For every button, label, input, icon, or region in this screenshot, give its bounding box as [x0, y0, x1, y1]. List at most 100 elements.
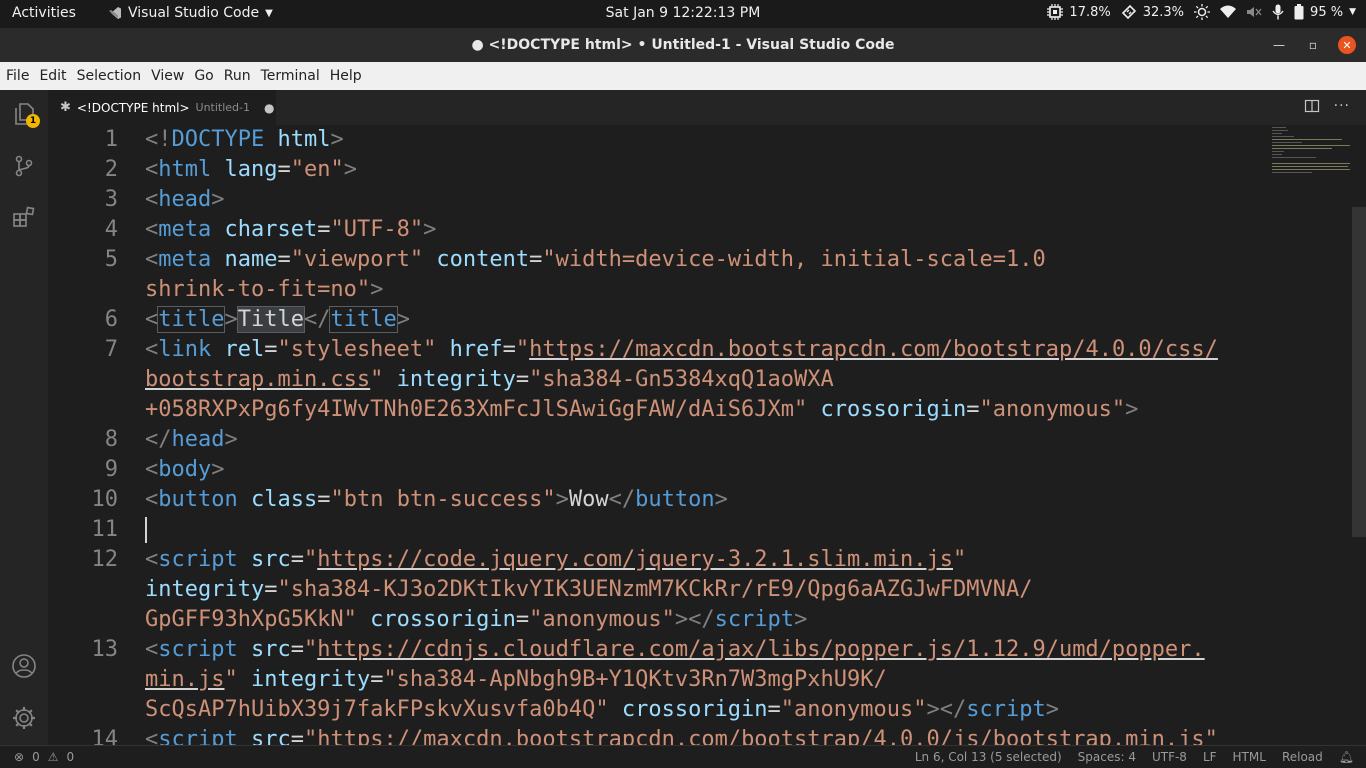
line-number: 2 — [104, 157, 118, 182]
wifi-icon — [1220, 5, 1237, 18]
code-line: <!DOCTYPE html> — [145, 127, 344, 152]
line-number: 4 — [104, 217, 118, 242]
menu-selection[interactable]: Selection — [72, 68, 147, 84]
app-menu[interactable]: Visual Studio Code ▼ — [108, 5, 273, 21]
file-type-icon: ✱ — [60, 100, 71, 115]
app-name: Visual Studio Code — [128, 5, 260, 21]
menu-terminal[interactable]: Terminal — [256, 68, 325, 84]
clock[interactable]: Sat Jan 9 12:22:13 PM — [606, 5, 761, 21]
line-number: 1 — [104, 127, 118, 152]
tab-name: <!DOCTYPE html> — [76, 100, 190, 115]
source-control-button[interactable] — [0, 142, 48, 190]
explorer-button[interactable]: 1 — [0, 90, 48, 138]
code-line-wrap: integrity="sha384-KJ3o2DKtIkvYIK3UENzmM7… — [145, 577, 1033, 602]
text-cursor — [145, 517, 147, 543]
end-of-line[interactable]: LF — [1203, 750, 1217, 764]
code-link: https://maxcdn.bootstrapcdn.com/bootstra… — [529, 337, 1218, 362]
minimize-button[interactable]: — — [1270, 36, 1288, 54]
vscode-icon — [109, 7, 121, 19]
chevron-down-icon: ▼ — [1349, 7, 1356, 17]
cursor-position[interactable]: Ln 6, Col 13 (5 selected) — [915, 750, 1062, 764]
accounts-button[interactable] — [0, 642, 48, 690]
code-editor[interactable]: 1 2 3 4 5 6 7 8 9 10 11 12 13 14 <!DOCTY… — [48, 125, 1366, 745]
code-link: https://cdnjs.cloudflare.com/ajax/libs/p… — [317, 637, 1205, 662]
code-line: <title>Title</title> — [145, 306, 410, 333]
code-line-wrap: bootstrap.min.css" integrity="sha384-Gn5… — [145, 367, 834, 392]
language-mode[interactable]: HTML — [1233, 750, 1266, 764]
window-title-bar[interactable]: ● <!DOCTYPE html> • Untitled-1 - Visual … — [0, 28, 1366, 62]
code-line: <head> — [145, 187, 225, 212]
reload-button[interactable]: Reload — [1282, 750, 1323, 764]
code-line-wrap: GpGFF93hXpG5KkN" crossorigin="anonymous"… — [145, 607, 808, 632]
line-number: 9 — [104, 457, 118, 482]
line-number: 6 — [104, 307, 118, 332]
vertical-scrollbar[interactable] — [1352, 207, 1366, 537]
status-bar: ⊗ 0 ⚠ 0 Ln 6, Col 13 (5 selected) Spaces… — [0, 745, 1366, 768]
system-tray[interactable]: 17.8% 32.3% 95 % ▼ — [1047, 4, 1356, 20]
line-number: 8 — [104, 427, 118, 452]
code-line-wrap: shrink-to-fit=no"> — [145, 277, 384, 302]
problems-indicator[interactable]: ⊗ 0 ⚠ 0 — [14, 750, 74, 764]
menu-edit[interactable]: Edit — [34, 68, 71, 84]
code-line: <script src="https://cdnjs.cloudflare.co… — [145, 637, 1205, 662]
code-line-wrap: +058RXPxPg6fy4IWvTNh0E263XmFcJlSAwiGgFAW… — [145, 397, 1139, 422]
minimap[interactable] — [1272, 125, 1352, 185]
code-line: <meta charset="UTF-8"> — [145, 217, 437, 242]
file-encoding[interactable]: UTF-8 — [1152, 750, 1187, 764]
line-number: 10 — [91, 487, 119, 512]
extensions-button[interactable] — [0, 194, 48, 242]
explorer-badge: 1 — [26, 114, 40, 128]
code-line: <meta name="viewport" content="width=dev… — [145, 247, 1046, 272]
manage-button[interactable] — [0, 694, 48, 742]
line-number: 12 — [91, 547, 119, 572]
menu-go[interactable]: Go — [189, 68, 218, 84]
code-line: <html lang="en"> — [145, 157, 357, 182]
code-link: https://code.jquery.com/jquery-3.2.1.sli… — [317, 547, 953, 572]
menu-help[interactable]: Help — [325, 68, 367, 84]
microphone-icon — [1272, 4, 1284, 20]
cpu-usage: 17.8% — [1069, 4, 1111, 20]
code-line-wrap: ScQsAP7hUibX39j7fakFPskvXusvfa0b4Q" cros… — [145, 697, 1059, 722]
code-link: min.js — [145, 667, 225, 692]
battery-percent: 95 % — [1310, 4, 1344, 20]
code-line-wrap: min.js" integrity="sha384-ApNbgh9B+Y1QKt… — [145, 667, 887, 692]
code-line: <script src="https://maxcdn.bootstrapcdn… — [145, 725, 1218, 745]
line-number: 13 — [91, 637, 119, 662]
split-editor-icon[interactable] — [1304, 98, 1320, 114]
source-control-icon — [15, 155, 33, 177]
more-actions-icon[interactable]: ··· — [1334, 98, 1350, 114]
gear-icon — [13, 707, 35, 729]
activity-bar: 1 — [0, 90, 48, 745]
code-line: <link rel="stylesheet" href="https://max… — [145, 337, 1218, 362]
code-line: </head> — [145, 427, 238, 452]
volume-muted-icon — [1247, 7, 1262, 17]
system-top-bar: Activities Visual Studio Code ▼ Sat Jan … — [0, 0, 1366, 28]
error-icon: ⊗ — [14, 750, 25, 764]
menu-file[interactable]: File — [0, 68, 34, 84]
code-link: bootstrap.min.css — [145, 367, 371, 392]
indentation[interactable]: Spaces: 4 — [1078, 750, 1136, 764]
code-line: <script src="https://code.jquery.com/jqu… — [145, 547, 967, 572]
cpu-icon — [1047, 4, 1064, 20]
unsaved-dot-icon[interactable]: ● — [264, 101, 274, 115]
warning-count: 0 — [66, 750, 75, 764]
code-line: <body> — [145, 457, 225, 482]
memory-icon — [1121, 4, 1136, 20]
maximize-button[interactable]: ▫ — [1304, 36, 1322, 54]
window-title: ● <!DOCTYPE html> • Untitled-1 - Visual … — [471, 37, 895, 53]
line-number: 14 — [91, 727, 119, 745]
editor-tab-bar: ✱ <!DOCTYPE html> Untitled-1 ● ··· — [48, 90, 1366, 125]
line-number: 7 — [104, 337, 118, 362]
line-number: 11 — [91, 517, 119, 542]
menu-run[interactable]: Run — [219, 68, 256, 84]
editor-tab[interactable]: ✱ <!DOCTYPE html> Untitled-1 ● — [48, 90, 276, 125]
code-link: https://maxcdn.bootstrapcdn.com/bootstra… — [317, 727, 1205, 745]
error-count: 0 — [32, 750, 40, 764]
code-line: <button class="btn btn-success">Wow</but… — [145, 487, 728, 512]
activities-button[interactable]: Activities — [12, 5, 76, 21]
close-button[interactable]: ✕ — [1338, 36, 1356, 54]
selected-text: Title — [236, 306, 305, 333]
menu-view[interactable]: View — [146, 68, 189, 84]
chevron-down-icon: ▼ — [265, 7, 273, 19]
notifications-bell-icon[interactable]: 🔔︎ — [1339, 750, 1354, 764]
